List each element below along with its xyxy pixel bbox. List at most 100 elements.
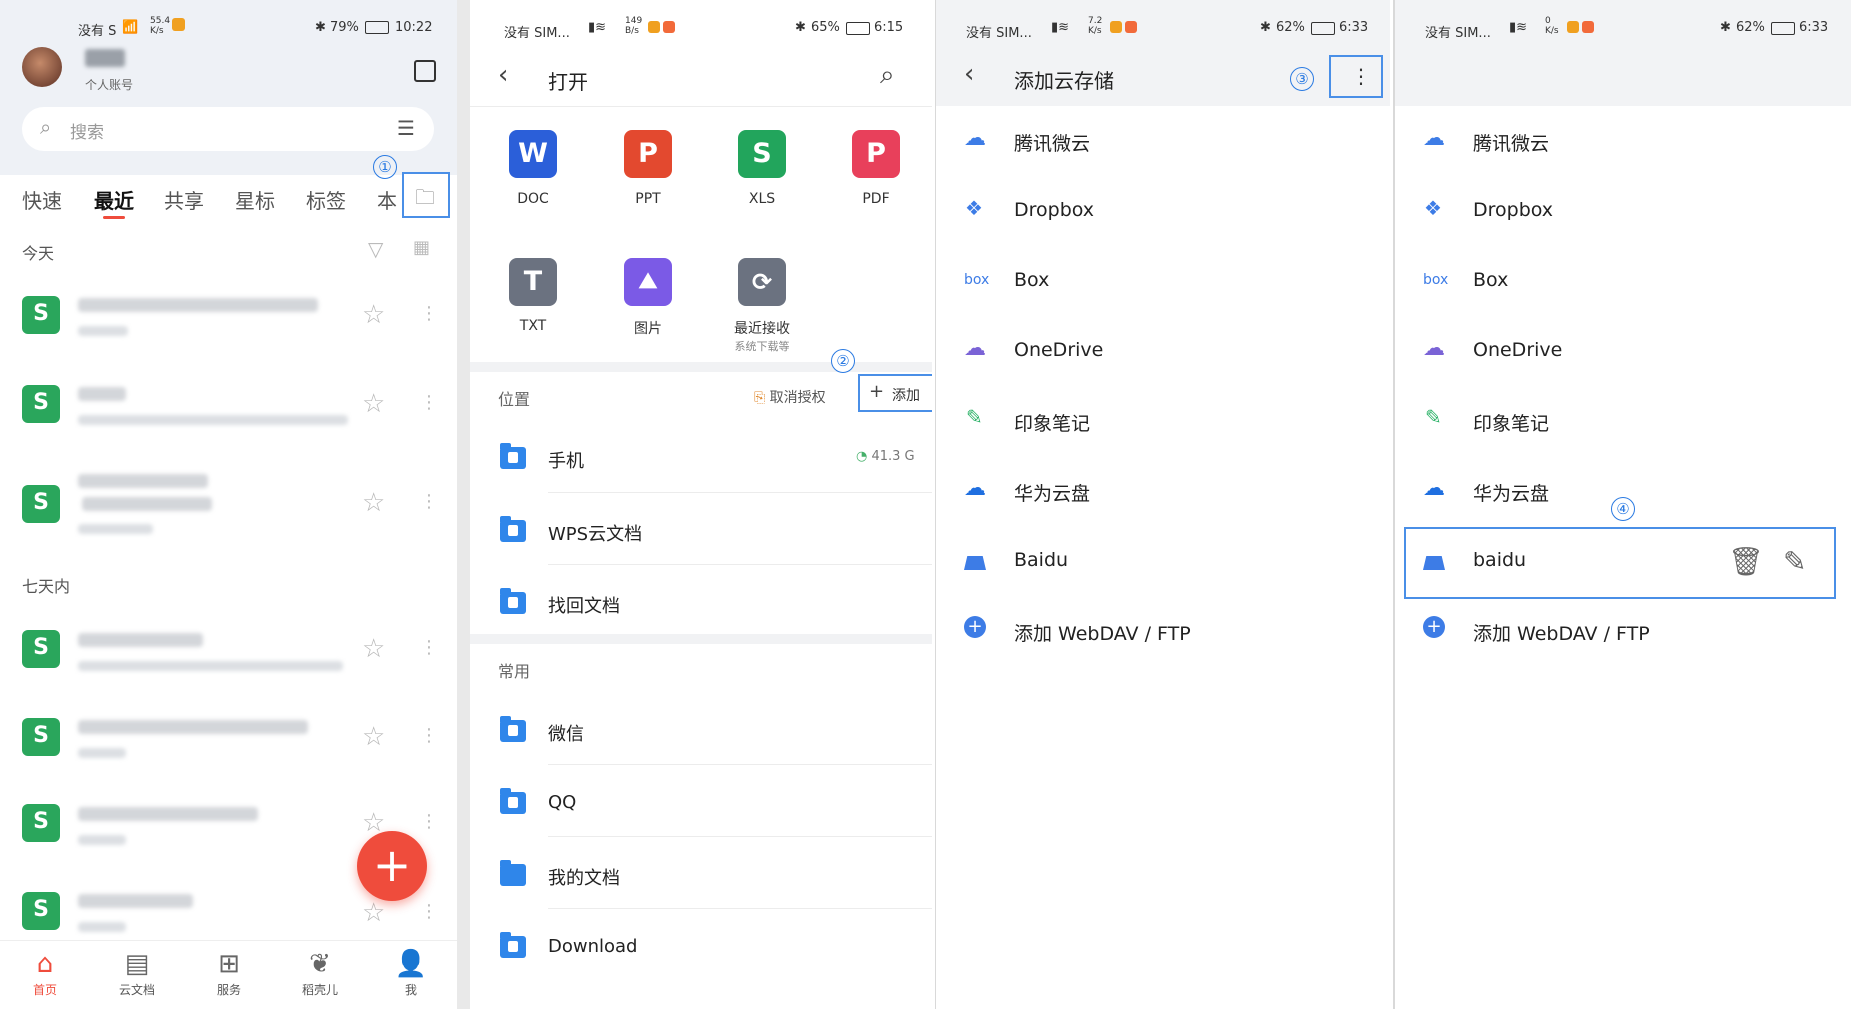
file-name-blurred: [78, 807, 258, 821]
cloud-label: Dropbox: [1014, 199, 1095, 221]
star-icon[interactable]: ☆: [362, 488, 385, 518]
more-icon[interactable]: ⋮: [420, 392, 438, 413]
cloud-label: OneDrive: [1473, 339, 1563, 361]
more-icon[interactable]: ⋮: [420, 491, 438, 512]
folder-icon: 🗀: [415, 185, 435, 209]
nav-services[interactable]: ⊞ 服务: [189, 941, 269, 998]
tab-tags[interactable]: 标签: [306, 185, 346, 214]
file-name-blurred: [78, 474, 208, 488]
sheet-file-icon: S: [22, 804, 60, 842]
cloud-label: 华为云盘: [1014, 483, 1091, 505]
status-bar: 没有 S 📶 55.4 K/s ✱ 79% 10:22: [0, 0, 457, 55]
revoke-icon: ⎘: [754, 390, 766, 406]
app-label: 最近接收: [734, 321, 790, 337]
page-title: 添加云存储: [1014, 69, 1114, 93]
person-icon: 👤: [394, 949, 428, 979]
tencent-cloud-icon: ☁: [1423, 126, 1445, 151]
filter-icon[interactable]: ▽: [368, 237, 383, 261]
search-icon[interactable]: ⌕: [880, 60, 895, 91]
notification-icon: [648, 21, 660, 33]
phone-folder-icon: [500, 443, 526, 469]
add-circle-icon: +: [964, 616, 986, 638]
carrier-text: 没有 SIM...: [504, 26, 570, 41]
location-label: WPS云文档: [548, 524, 643, 545]
drive-icon: [1423, 556, 1445, 570]
onedrive-icon: ☁: [964, 336, 986, 361]
tab-quick[interactable]: 快速: [22, 185, 62, 214]
star-icon[interactable]: ☆: [362, 300, 385, 330]
more-icon[interactable]: ⋮: [420, 811, 438, 832]
cloud-label: 印象笔记: [1473, 413, 1550, 435]
onedrive-icon: ☁: [1423, 336, 1445, 361]
star-icon[interactable]: ☆: [362, 389, 385, 419]
tab-shared[interactable]: 共享: [164, 185, 204, 214]
callout-4: ④: [1611, 497, 1635, 521]
cloud-label: 添加 WebDAV / FTP: [1473, 623, 1650, 645]
file-name-blurred: [78, 720, 308, 734]
notification-icon: [172, 18, 185, 31]
signal-icon: 📶: [122, 20, 139, 35]
doc-icon: W: [509, 130, 557, 178]
txt-icon: T: [509, 258, 557, 306]
file-name-blurred: [78, 387, 126, 401]
open-file-screen: 没有 SIM... ▮≋ 149 B/s ✱ 65% 6:15 ‹ 打开 ⌕ W …: [470, 0, 932, 1009]
scan-icon[interactable]: ☰: [397, 116, 415, 140]
more-icon[interactable]: ⋮: [420, 725, 438, 746]
common-label: Download: [548, 936, 638, 957]
search-placeholder: 搜索: [70, 123, 104, 143]
nav-home[interactable]: ⌂ 首页: [5, 941, 85, 998]
tab-recent[interactable]: 最近: [94, 185, 134, 214]
account-type: 个人账号: [85, 78, 134, 92]
signal-icon: ▮≋: [1509, 20, 1528, 35]
avatar[interactable]: [22, 47, 62, 87]
location-label: 找回文档: [548, 596, 620, 617]
bluetooth-icon: ✱: [795, 20, 806, 35]
more-icon[interactable]: ⋮: [420, 303, 438, 324]
tab-starred[interactable]: 星标: [235, 185, 275, 214]
cloud-label: Baidu: [1014, 549, 1069, 571]
status-bar: 没有 SIM... ▮≋ 0 K/s ✱ 62% 6:33: [1395, 0, 1851, 55]
add-location-button[interactable]: + 添加: [858, 374, 932, 412]
huawei-cloud-icon: ☁: [1423, 476, 1445, 501]
clock: 6:15: [874, 20, 904, 35]
cloud-baidu-selected[interactable]: baidu 🗑 ✎: [1404, 527, 1836, 599]
back-icon[interactable]: ‹: [964, 59, 974, 89]
bluetooth-icon: ✱: [1720, 20, 1731, 35]
nav-me[interactable]: 👤 我: [371, 941, 451, 998]
battery-icon: [1311, 22, 1335, 35]
file-name-blurred: [78, 298, 318, 312]
more-icon[interactable]: ⋮: [420, 901, 438, 922]
cloud-folder-icon: [500, 516, 526, 542]
dropbox-icon: ❖: [965, 196, 983, 220]
more-icon[interactable]: ⋮: [420, 637, 438, 658]
nav-docer[interactable]: ❦ 稻壳儿: [280, 941, 360, 998]
image-icon: ⛰: [624, 258, 672, 306]
app-label: PPT: [635, 191, 661, 207]
multi-window-icon[interactable]: [414, 60, 436, 82]
star-icon[interactable]: ☆: [362, 898, 385, 928]
back-icon[interactable]: ‹: [498, 60, 508, 90]
divider: [548, 492, 932, 493]
edit-icon[interactable]: ✎: [1783, 545, 1806, 578]
storage-ring-icon: ◔: [856, 449, 868, 464]
nav-label: 云文档: [118, 983, 155, 997]
bluetooth-icon: ✱: [1260, 20, 1271, 35]
file-meta-blurred: [78, 524, 153, 534]
recover-folder-icon: [500, 588, 526, 614]
clock: 6:33: [1799, 20, 1829, 35]
star-icon[interactable]: ☆: [362, 722, 385, 752]
star-icon[interactable]: ☆: [362, 634, 385, 664]
clock: 10:22: [395, 20, 433, 35]
more-options-button[interactable]: ⋮: [1329, 55, 1383, 98]
revoke-button[interactable]: ⎘ 取消授权: [754, 387, 826, 407]
app-label: DOC: [517, 191, 549, 207]
tab-local[interactable]: 本: [377, 185, 397, 214]
nav-cloud-docs[interactable]: ▤ 云文档: [97, 941, 177, 998]
folder-button-highlight[interactable]: 🗀: [402, 172, 450, 218]
new-document-fab[interactable]: +: [357, 831, 427, 901]
app-label: TXT: [519, 318, 547, 334]
delete-icon[interactable]: 🗑: [1728, 545, 1764, 578]
grid-view-icon[interactable]: ▦: [413, 237, 430, 258]
section-separator: [470, 362, 932, 372]
search-bar[interactable]: ⌕ 搜索 ☰: [22, 107, 434, 151]
